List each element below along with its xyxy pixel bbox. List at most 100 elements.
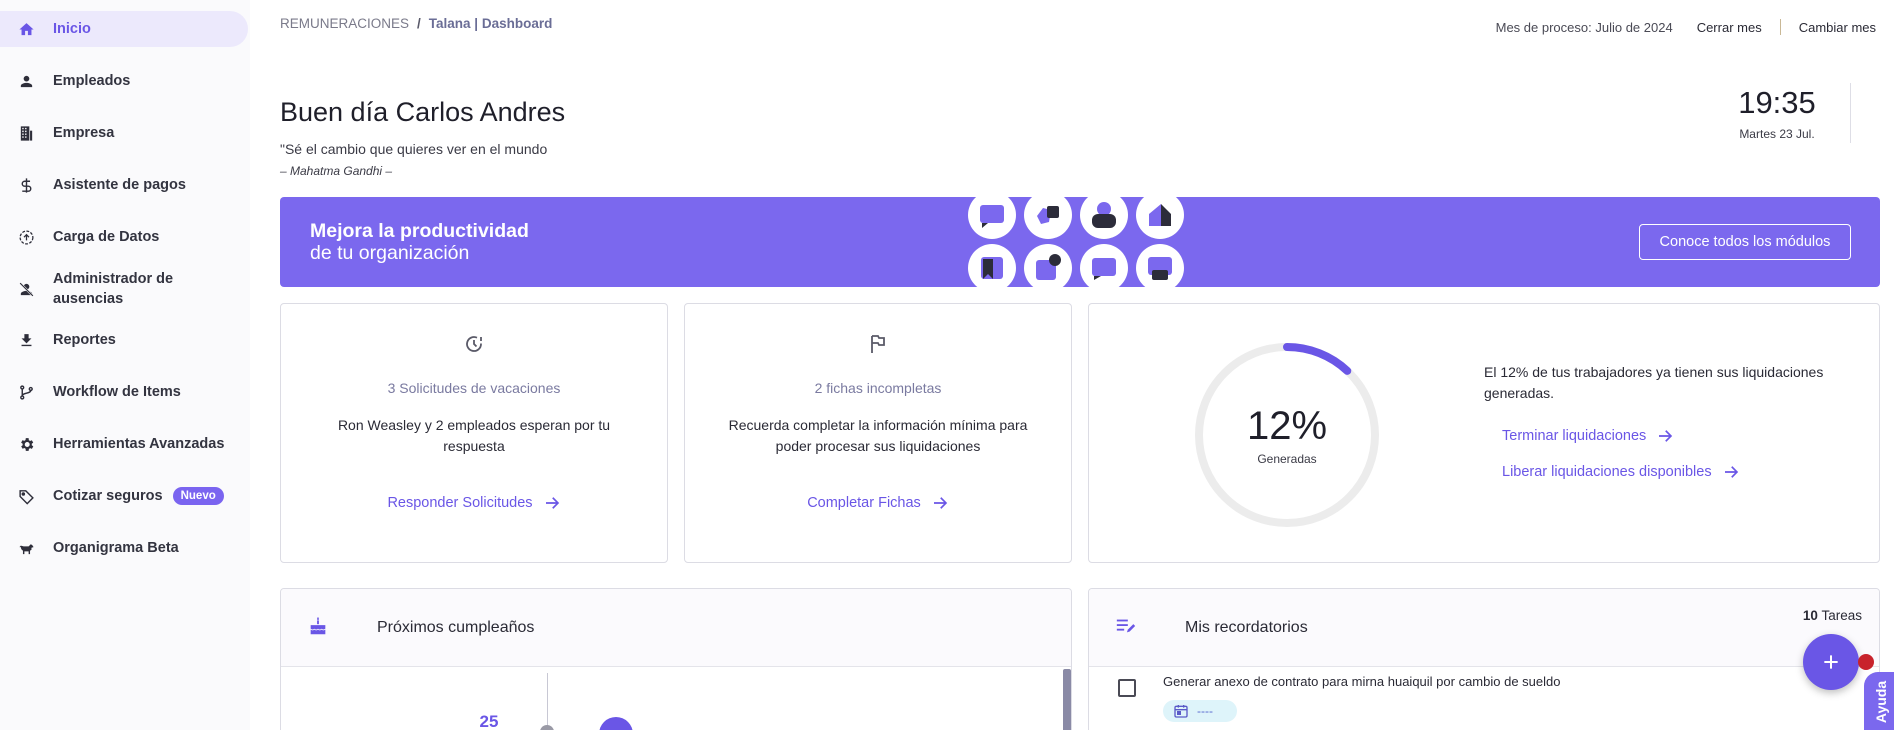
card-description: Recuerda completar la información mínima… [728,417,1028,454]
new-badge: Nuevo [172,487,224,505]
modules-button[interactable]: Conoce todos los módulos [1639,224,1851,260]
finish-payroll-link[interactable]: Terminar liquidaciones [1502,427,1674,445]
chart-module-icon [1136,197,1184,239]
sidebar-item-label: Administrador de ausencias [53,269,173,309]
sidebar-item-label: Inicio [53,21,91,37]
card-module-icon [1136,244,1184,287]
task-count-label: Tareas [1821,608,1862,623]
timeline-line [547,673,548,730]
sidebar-item-label: Empresa [53,125,115,141]
clock-alert-icon [462,332,486,356]
sidebar-item-label: Empleados [53,73,131,89]
task-count: 10 Tareas [1803,608,1862,623]
quote-text: "Sé el cambio que quieres ver en el mund… [280,141,548,157]
arrow-right-icon [1724,466,1738,478]
checklist-edit-icon [1115,615,1137,637]
banner-title: Mejora la productividad [310,220,529,242]
task-checkbox[interactable] [1118,679,1136,697]
sidebar-item-organigrama[interactable]: Organigrama Beta [0,530,248,566]
branch-icon [17,383,35,401]
progress-caption: Generadas [1257,452,1317,466]
sidebar-item-empresa[interactable]: Empresa [0,115,248,151]
flag-icon [866,332,890,356]
shapes-module-icon [1024,197,1072,239]
add-button[interactable] [1803,634,1859,690]
clock: 19:35 Martes 23 Jul. [1720,85,1834,141]
gear-icon [17,435,35,453]
quote-author: – Mahatma Gandhi – [280,164,393,178]
building-icon [17,124,35,142]
scrollbar[interactable] [1063,669,1071,730]
sidebar-item-herramientas[interactable]: Herramientas Avanzadas [0,426,248,462]
payroll-card: 12% Generadas El 12% de tus trabajadores… [1088,303,1880,563]
plus-icon [1824,655,1838,669]
sidebar-item-label: Organigrama Beta [53,540,179,556]
download-icon [17,331,35,349]
card-description: Ron Weasley y 2 empleados esperan por tu… [337,417,611,454]
panel-title: Próximos cumpleaños [377,619,535,636]
sidebar-item-label: Reportes [53,332,116,348]
tag-icon [17,487,35,505]
sidebar-item-empleados[interactable]: Empleados [0,63,248,99]
incomplete-files-card: 2 fichas incompletas Recuerda completar … [684,303,1072,563]
chat-module-icon [968,197,1016,239]
month-controls: Mes de proceso: Julio de 2024 Cerrar mes… [1496,19,1876,35]
person-module-icon [1080,197,1128,239]
progress-percent: 12% [1246,404,1328,448]
close-month-link[interactable]: Cerrar mes [1697,20,1762,35]
task-text: Generar anexo de contrato para mirna hua… [1163,674,1561,689]
birthday-day: 25 [479,712,499,730]
label-line-1: Administrador de [53,271,174,287]
sidebar-item-reportes[interactable]: Reportes [0,322,248,358]
process-period: Mes de proceso: Julio de 2024 [1495,19,1673,35]
arrow-right-icon [1659,430,1673,442]
calendar-icon [1174,705,1188,718]
task-date-chip[interactable]: ---- [1163,700,1237,722]
sidebar-item-inicio[interactable]: Inicio [0,11,248,47]
payroll-text: El 12% de tus trabajadores ya tienen sus… [1484,364,1824,401]
breadcrumb-separator: / [417,16,421,31]
arrow-right-icon [545,497,559,509]
avatar[interactable] [599,717,633,730]
breadcrumb: REMUNERACIONES / Talana | Dashboard [280,16,552,31]
divider [1850,83,1851,143]
notification-dot [1858,654,1874,670]
home-icon [17,20,35,38]
card-title: 2 fichas incompletas [814,380,942,396]
sidebar-item-carga-datos[interactable]: Carga de Datos [0,219,248,255]
module-icons [968,197,1228,287]
help-label: Ayuda [1873,680,1889,724]
vacations-card: 3 Solicitudes de vacaciones Ron Weasley … [280,303,668,563]
dot-module-icon [1024,244,1072,287]
link-label: Terminar liquidaciones [1502,428,1647,444]
help-tab[interactable]: Ayuda [1864,672,1894,730]
divider [1779,19,1781,35]
sidebar-item-asistente-pagos[interactable]: Asistente de pagos [0,167,248,203]
breadcrumb-root[interactable]: REMUNERACIONES [280,16,409,31]
arrow-right-icon [933,497,947,509]
upload-icon [17,228,35,246]
respond-requests-link[interactable]: Responder Solicitudes [281,494,667,512]
timeline-dot [540,725,554,730]
task-count-number: 10 [1802,608,1818,623]
sidebar-item-label: Workflow de Items [53,384,181,400]
change-month-link[interactable]: Cambiar mes [1799,20,1876,35]
sidebar-item-workflow[interactable]: Workflow de Items [0,374,248,410]
person-icon [17,72,35,90]
dollar-icon [17,176,35,194]
release-payroll-link[interactable]: Liberar liquidaciones disponibles [1502,463,1740,481]
sidebar-item-label: Carga de Datos [53,229,160,245]
clock-time: 19:35 [1738,85,1816,120]
sidebar-item-administrador-ausencias[interactable]: Administrador de ausencias [0,266,248,312]
card-title: 3 Solicitudes de vacaciones [387,380,561,396]
link-label: Liberar liquidaciones disponibles [1502,464,1712,480]
message-module-icon [1080,244,1128,287]
sidebar-item-label: Herramientas Avanzadas [53,436,225,452]
complete-files-link[interactable]: Completar Fichas [685,494,1071,512]
person-off-icon [17,280,35,298]
sidebar-item-cotizar-seguros[interactable]: Cotizar seguros Nuevo [0,478,248,514]
link-label: Responder Solicitudes [387,495,533,511]
breadcrumb-current: Talana | Dashboard [428,16,553,31]
clock-date: Martes 23 Jul. [1739,127,1815,141]
panel-header: Mis recordatorios 10 Tareas [1089,589,1879,667]
